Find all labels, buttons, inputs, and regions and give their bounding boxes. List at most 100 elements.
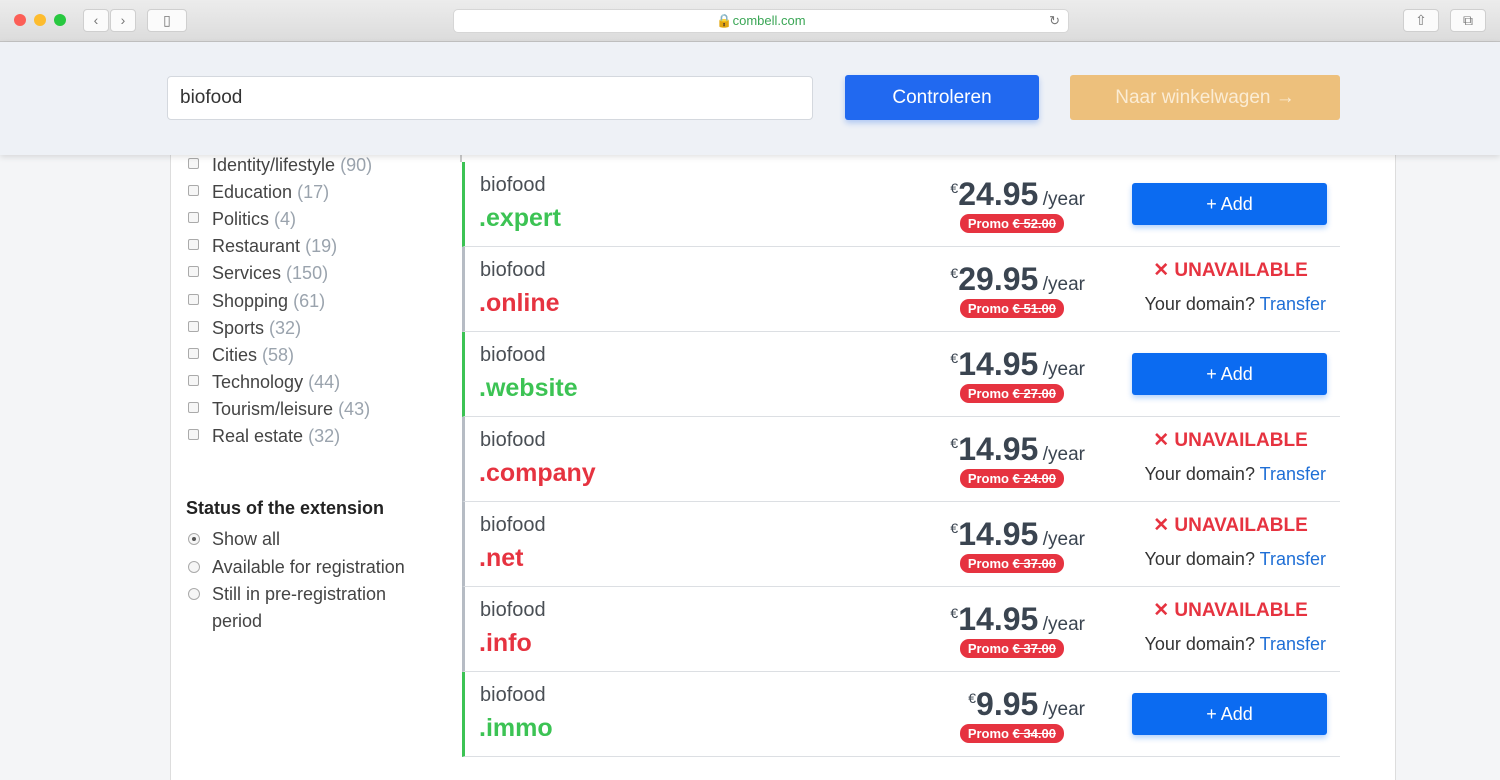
close-window-button[interactable] <box>14 14 26 26</box>
domain-name: biofood <box>480 684 546 706</box>
category-count: (19) <box>305 236 338 257</box>
promo-badge: Promo € 37.00 <box>959 639 1064 658</box>
price-period: /year <box>1042 614 1085 635</box>
price: €14.95 /year <box>950 431 1085 468</box>
domain-result-row: biofood .expert €24.95 /year Promo € 52.… <box>462 162 1340 247</box>
domain-search-input[interactable] <box>167 76 813 120</box>
checkbox[interactable] <box>188 347 199 359</box>
checkbox[interactable] <box>188 158 199 169</box>
promo-label: Promo <box>967 301 1009 316</box>
checkbox[interactable] <box>188 185 199 197</box>
share-icon[interactable]: ⇧ <box>1403 9 1439 32</box>
checkbox[interactable] <box>188 266 199 278</box>
add-button[interactable]: + Add <box>1132 693 1327 735</box>
category-count: (61) <box>293 290 326 311</box>
old-price: € 51.00 <box>1012 301 1056 316</box>
transfer-link[interactable]: Transfer <box>1260 294 1326 314</box>
radio-label: Show all <box>212 529 281 549</box>
price-amount: 14.95 <box>958 516 1039 552</box>
forward-button[interactable]: › <box>110 9 136 32</box>
unavailable-status: ✕ UNAVAILABLE <box>1153 515 1308 536</box>
go-to-cart-button[interactable]: Naar winkelwagen → <box>1070 75 1340 120</box>
price: €24.95 /year <box>950 176 1085 213</box>
transfer-link[interactable]: Transfer <box>1260 634 1326 654</box>
category-label: Services (150) <box>212 263 328 284</box>
domain-extension: .expert <box>479 204 561 232</box>
promo-label: Promo <box>967 471 1009 486</box>
category-name: Services <box>212 263 282 284</box>
domain-result-row: biofood .company €14.95 /year Promo € 24… <box>462 417 1340 502</box>
transfer-link[interactable]: Transfer <box>1260 549 1326 569</box>
search-header: Controleren Naar winkelwagen → <box>0 42 1500 155</box>
category-label: Tourism/leisure (43) <box>212 399 370 420</box>
lock-icon: 🔒 <box>716 13 733 28</box>
reload-icon[interactable]: ↻ <box>1049 10 1060 32</box>
checkbox[interactable] <box>188 374 199 386</box>
address-bar[interactable]: 🔒combell.com ↻ <box>453 9 1069 33</box>
your-domain-text: Your domain? <box>1144 634 1255 654</box>
promo-label: Promo <box>967 216 1009 231</box>
category-name: Real estate <box>212 426 304 446</box>
currency: € <box>950 605 959 621</box>
your-domain-text: Your domain? <box>1144 549 1255 569</box>
category-name: Politics <box>212 209 270 230</box>
check-button[interactable]: Controleren <box>845 75 1039 120</box>
category-label: Real estate (32) <box>212 426 340 447</box>
radio[interactable] <box>188 588 200 600</box>
promo-badge: Promo € 24.00 <box>959 469 1064 488</box>
category-label: Restaurant (19) <box>212 236 337 257</box>
checkbox[interactable] <box>188 320 199 332</box>
category-name: Education <box>212 182 293 203</box>
your-domain-text: Your domain? <box>1144 294 1255 314</box>
transfer-link[interactable]: Transfer <box>1260 464 1326 484</box>
domain-name: biofood <box>480 514 546 536</box>
category-label: Cities (58) <box>212 345 294 366</box>
currency: € <box>950 435 959 451</box>
category-count: (150) <box>286 263 329 284</box>
unavailable-status: ✕ UNAVAILABLE <box>1153 600 1308 621</box>
checkbox[interactable] <box>188 212 199 224</box>
domain-name: biofood <box>480 429 546 451</box>
checkbox[interactable] <box>188 239 199 251</box>
add-button[interactable]: + Add <box>1132 353 1327 395</box>
checkbox[interactable] <box>188 293 199 305</box>
domain-result-row: biofood .immo €9.95 /year Promo € 34.00 +… <box>462 672 1340 757</box>
back-button[interactable]: ‹ <box>83 9 109 32</box>
old-price: € 37.00 <box>1012 641 1056 656</box>
old-price: € 27.00 <box>1012 386 1056 401</box>
url-text: combell.com <box>732 13 806 28</box>
domain-extension: .info <box>479 629 532 657</box>
add-button[interactable]: + Add <box>1132 183 1327 225</box>
checkbox[interactable] <box>188 429 199 440</box>
category-count: (90) <box>340 155 373 175</box>
minimize-window-button[interactable] <box>34 14 46 26</box>
maximize-window-button[interactable] <box>54 14 66 26</box>
radio-label: Available for registration <box>212 557 405 577</box>
category-count: (32) <box>308 426 341 446</box>
currency: € <box>950 350 959 366</box>
category-label: Shopping (61) <box>212 291 325 312</box>
domain-name: biofood <box>480 174 546 196</box>
currency: € <box>950 180 959 196</box>
browser-toolbar: ‹ › ▯ 🔒combell.com ↻ ⇧ ⧉ <box>0 0 1500 42</box>
price-period: /year <box>1042 699 1085 720</box>
category-name: Restaurant <box>212 236 301 257</box>
checkbox[interactable] <box>188 401 199 413</box>
currency: € <box>950 520 959 536</box>
domain-extension: .online <box>479 289 560 317</box>
old-price: € 24.00 <box>1012 471 1056 486</box>
price-period: /year <box>1042 444 1085 465</box>
price-amount: 24.95 <box>958 176 1039 212</box>
tabs-icon[interactable]: ⧉ <box>1450 9 1486 32</box>
radio[interactable] <box>188 561 200 573</box>
category-label: Sports (32) <box>212 318 301 339</box>
price: €29.95 /year <box>950 261 1085 298</box>
category-label: Technology (44) <box>212 372 340 393</box>
category-count: (32) <box>269 317 302 338</box>
domain-result-row: biofood .website €14.95 /year Promo € 27… <box>462 332 1340 417</box>
sidebar-toggle-icon[interactable]: ▯ <box>147 9 187 32</box>
category-count: (43) <box>338 398 371 419</box>
radio[interactable] <box>188 533 200 545</box>
price-period: /year <box>1042 359 1085 380</box>
domain-extension: .website <box>479 374 578 402</box>
